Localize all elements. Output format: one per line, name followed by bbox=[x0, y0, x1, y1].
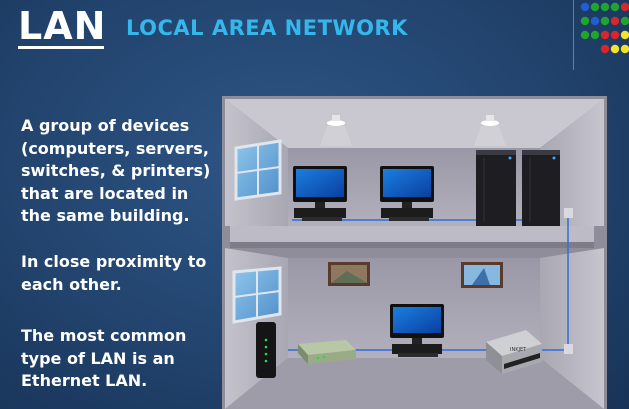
lan-title: LAN bbox=[18, 4, 107, 48]
upper-ceiling bbox=[225, 99, 604, 148]
decorative-dot bbox=[600, 44, 610, 54]
text-line: A group of devices bbox=[21, 116, 190, 135]
slab-edge bbox=[230, 242, 594, 248]
cable-modem-icon bbox=[256, 322, 276, 378]
decorative-dot bbox=[620, 44, 629, 54]
title-underline bbox=[18, 46, 104, 49]
desktop-computer-icon bbox=[380, 166, 434, 221]
text-line: each other. bbox=[21, 274, 122, 294]
decorative-dot bbox=[610, 16, 620, 26]
decorative-dot bbox=[610, 2, 620, 12]
desktop-computer-icon bbox=[390, 304, 444, 357]
decorative-dot bbox=[590, 30, 600, 40]
description-paragraph-3: The most common type of LAN is an Ethern… bbox=[21, 325, 186, 393]
decorative-dot bbox=[620, 2, 629, 12]
window-icon bbox=[234, 139, 282, 201]
decorative-dot bbox=[600, 2, 610, 12]
decorative-dot bbox=[580, 30, 590, 40]
text-line: Ethernet LAN. bbox=[21, 371, 148, 390]
decorative-dot bbox=[620, 16, 629, 26]
text-line: In close proximity to bbox=[21, 252, 207, 271]
building-network-illustration: INKJET bbox=[222, 96, 607, 409]
text-line: (computers, servers, bbox=[21, 138, 209, 158]
text-line: The most common bbox=[21, 326, 187, 345]
wall-picture-icon bbox=[328, 262, 370, 286]
decorative-dot bbox=[620, 30, 629, 40]
wall-picture-icon bbox=[461, 262, 503, 288]
floor-slab bbox=[230, 226, 594, 242]
server-tower-icon bbox=[522, 150, 560, 226]
desktop-computer-icon bbox=[293, 166, 347, 221]
lower-floor bbox=[225, 358, 604, 409]
decorative-dot bbox=[590, 16, 600, 26]
decorative-dot bbox=[600, 30, 610, 40]
printer-label: INKJET bbox=[510, 347, 527, 353]
decorative-dot bbox=[590, 2, 600, 12]
window-icon bbox=[232, 266, 282, 324]
decorative-dot bbox=[610, 30, 620, 40]
text-line: type of LAN is an bbox=[21, 348, 175, 368]
decorative-dot bbox=[580, 16, 590, 26]
decorative-dot bbox=[600, 16, 610, 26]
decorative-dot bbox=[610, 44, 620, 54]
decorative-dot bbox=[580, 2, 590, 12]
header-divider bbox=[573, 0, 574, 70]
text-line: the same building. bbox=[21, 206, 190, 225]
page-subtitle: LOCAL AREA NETWORK bbox=[126, 16, 408, 40]
decorative-dot-grid bbox=[580, 2, 629, 54]
description-paragraph-1: A group of devices (computers, servers, … bbox=[21, 115, 210, 228]
text-line: that are located in bbox=[21, 183, 189, 203]
description-paragraph-2: In close proximity to each other. bbox=[21, 251, 206, 296]
text-line: switches, & printers) bbox=[21, 161, 211, 180]
server-tower-icon bbox=[476, 150, 516, 226]
